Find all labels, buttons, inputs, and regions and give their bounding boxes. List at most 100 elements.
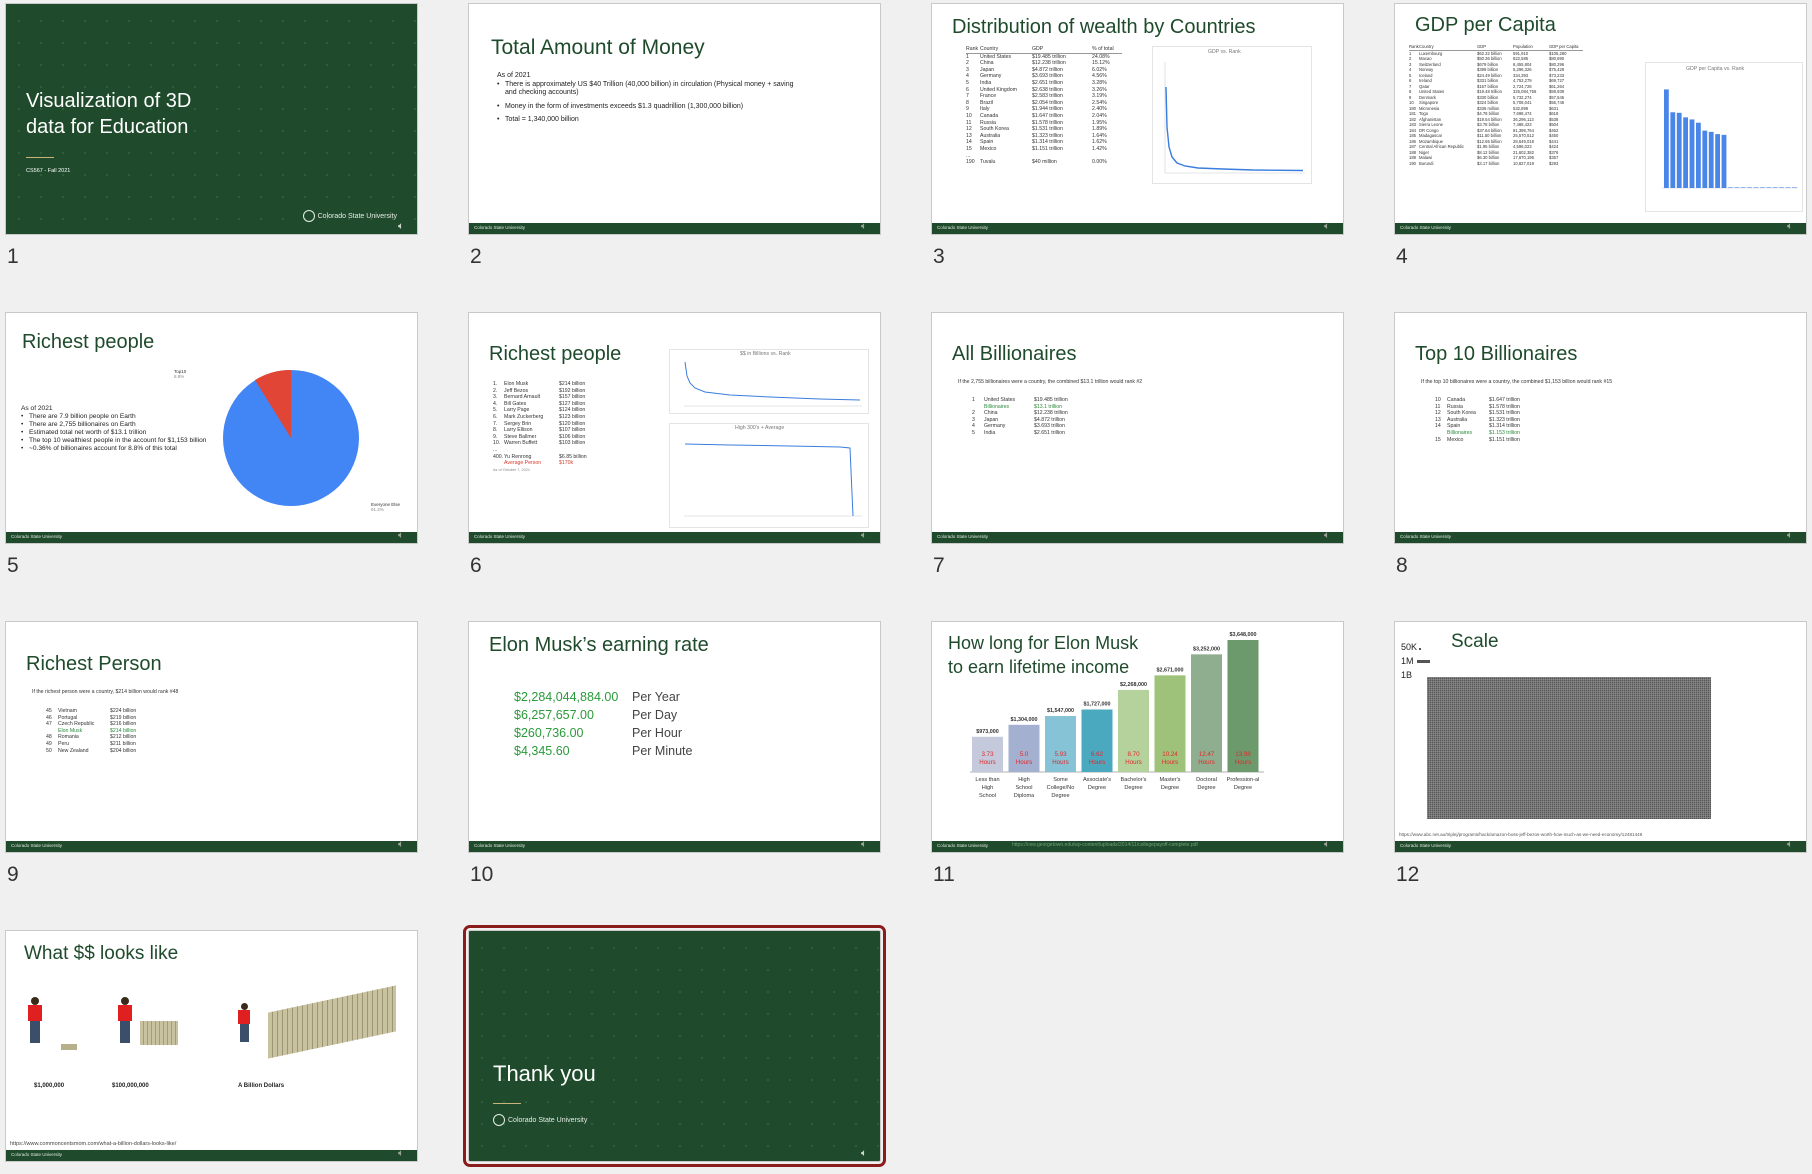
slide-thumb-6[interactable]: Richest people 1. Elon Musk $214 billion 2.… <box>468 312 881 577</box>
category-label: High <box>982 785 994 791</box>
table-cell: 5. <box>493 407 498 414</box>
pie-chart <box>223 369 359 506</box>
slide-3-canvas[interactable]: Distribution of wealth by Countries Rank… <box>931 3 1344 235</box>
speaker-icon[interactable]: 🔈︎ <box>861 839 874 850</box>
slide-thumb-10[interactable]: Elon Musk’s earning rate $2,284,044,884.… <box>468 621 881 886</box>
slide-thumb-11[interactable]: How long for Elon Musk to earn lifetime … <box>931 621 1344 886</box>
table-row: 3 Japan $4.872 trillion 6.02% <box>966 67 1122 74</box>
slide-2-canvas[interactable]: Total Amount of Money As of 2021 There i… <box>468 3 881 235</box>
source-link[interactable]: https://www.commoncentsmom.com/what-a-bi… <box>10 1141 176 1148</box>
speaker-icon[interactable]: 🔈︎ <box>398 839 411 850</box>
table-row: 2 China $12.238 trillion 15.12% <box>966 60 1122 67</box>
slide-footer: Colorado State University <box>6 532 417 543</box>
slide-6-canvas[interactable]: Richest people 1. Elon Musk $214 billion 2.… <box>468 312 881 544</box>
table-cell: Yu Renrong <box>504 453 532 460</box>
source-link[interactable]: https://cew.georgetown.edu/wp-content/up… <box>1012 842 1198 849</box>
table-cell: 190 <box>1409 160 1416 166</box>
slide-thumb-4[interactable]: GDP per Capita Rank Country GDP Population G… <box>1394 3 1807 268</box>
slide-thumb-2[interactable]: Total Amount of Money As of 2021 There i… <box>468 3 881 268</box>
table-cell <box>1032 153 1092 160</box>
table-cell: $219 billion <box>110 714 137 721</box>
slide-thumb-5[interactable]: Richest people As of 2021 There are 7.9 … <box>5 312 418 577</box>
table-cell: Rank <box>966 46 979 52</box>
source-link[interactable]: https://www.abc.net.au/triplej/programs/… <box>1399 832 1642 839</box>
speaker-icon[interactable]: 🔈︎ <box>861 530 874 541</box>
table-cell: United States <box>984 397 1016 403</box>
slide-13-canvas[interactable]: What $$ looks like $1,000,000 $100,000,0… <box>5 930 418 1162</box>
high300-curve <box>684 443 862 517</box>
slide-number: 8 <box>1396 554 1408 577</box>
slide-5-canvas[interactable]: Richest people As of 2021 There are 7.9 … <box>5 312 418 544</box>
slide-thumb-7[interactable]: All Billionaires If the 2,755 billionair… <box>931 312 1344 577</box>
slide-8-canvas[interactable]: Top 10 Billionaires If the top 10 billio… <box>1394 312 1807 544</box>
table-cell: 15 <box>966 145 972 152</box>
table-row: 4 Germany $3.693 trillion 4.56% <box>966 73 1122 80</box>
table-cell: 11 <box>1435 403 1441 410</box>
slide-9-canvas[interactable]: Richest Person If the richest person wer… <box>5 621 418 853</box>
table-cell: $4.872 trillion <box>1032 66 1063 73</box>
slide-thumb-13[interactable]: What $$ looks like $1,000,000 $100,000,0… <box>5 930 418 1174</box>
slide-4-canvas[interactable]: GDP per Capita Rank Country GDP Population G… <box>1394 3 1807 235</box>
speaker-icon[interactable]: 🔈︎ <box>1324 530 1337 541</box>
table-cell: Russia <box>1447 403 1463 410</box>
slide-thumb-14[interactable]: Thank you Colorado State University 🔈︎ <box>463 925 886 1167</box>
slide-number: 10 <box>470 863 494 886</box>
table-cell: 4 <box>972 423 975 430</box>
slide-1-canvas[interactable]: Visualization of 3D data for Education C… <box>5 3 418 235</box>
slide-14-canvas[interactable]: Thank you Colorado State University 🔈︎ <box>463 925 886 1167</box>
speaker-icon[interactable]: 🔈︎ <box>1787 530 1800 541</box>
slide-number: 5 <box>7 554 19 577</box>
bar-value-label: $2,268,000 <box>1120 682 1147 688</box>
table-cell: 3 <box>972 416 975 423</box>
table-cell: 13 <box>1435 416 1441 423</box>
table-cell: 8. <box>493 427 498 434</box>
table-cell: India <box>980 79 992 86</box>
bullet-5: ~0.36% of billionaires account for 8.8% … <box>21 445 211 453</box>
table-cell: 10,827,019 <box>1513 160 1534 166</box>
slide-thumb-12[interactable]: Scale 50K 1M 1B https://www.abc.net.au/t… <box>1394 621 1807 886</box>
table-row: 7. Sergey Brin $120 billion <box>493 421 599 428</box>
table-cell: Russia <box>980 119 996 126</box>
slide-thumb-8[interactable]: Top 10 Billionaires If the top 10 billio… <box>1394 312 1807 577</box>
earning-amount: $6,257,657.00 <box>514 708 594 722</box>
table-cell: Bill Gates <box>504 400 527 407</box>
table-cell: 1 <box>972 397 975 403</box>
table-cell: $2.054 trillion <box>1032 99 1063 106</box>
bar-value-label: $973,000 <box>976 729 998 735</box>
slide-10-canvas[interactable]: Elon Musk’s earning rate $2,284,044,884.… <box>468 621 881 853</box>
table-row-average: Average Person $170k <box>493 460 599 467</box>
slide-thumb-9[interactable]: Richest Person If the richest person wer… <box>5 621 418 886</box>
bar-value-label: $1,304,000 <box>1011 717 1038 723</box>
speaker-icon[interactable]: 🔈︎ <box>861 1148 874 1159</box>
bar-norway <box>1683 117 1688 188</box>
table-cell: 1.64% <box>1092 132 1107 139</box>
speaker-icon[interactable]: 🔈︎ <box>398 221 411 232</box>
table-cell: 47 <box>46 721 52 728</box>
person-figure-1 <box>28 997 42 1043</box>
speaker-icon[interactable]: 🔈︎ <box>1324 839 1337 850</box>
bar-hours-unit: Hours <box>1125 759 1142 766</box>
slide-11-canvas[interactable]: How long for Elon Musk to earn lifetime … <box>931 621 1344 853</box>
bar-mozambique <box>1766 187 1772 188</box>
earning-period: Per Day <box>632 708 678 722</box>
table-cell: 3. <box>493 394 498 401</box>
speaker-icon[interactable]: 🔈︎ <box>398 1148 411 1159</box>
slide-12-canvas[interactable]: Scale 50K 1M 1B https://www.abc.net.au/t… <box>1394 621 1807 853</box>
speaker-icon[interactable]: 🔈︎ <box>1324 221 1337 232</box>
slide-title: Scale <box>1451 631 1499 652</box>
table-row: 9 Italy $1.944 trillion 2.40% <box>966 106 1122 113</box>
speaker-icon[interactable]: 🔈︎ <box>1787 839 1800 850</box>
slide-7-canvas[interactable]: All Billionaires If the 2,755 billionair… <box>931 312 1344 544</box>
speaker-icon[interactable]: 🔈︎ <box>398 530 411 541</box>
table-cell: 2 <box>972 410 975 417</box>
table-cell: 9 <box>966 106 969 113</box>
slide-thumb-3[interactable]: Distribution of wealth by Countries Rank… <box>931 3 1344 268</box>
bar-hours-value: 3.73 <box>981 751 994 758</box>
speaker-icon[interactable]: 🔈︎ <box>1787 221 1800 232</box>
table-cell <box>1435 430 1447 437</box>
speaker-icon[interactable]: 🔈︎ <box>861 221 874 232</box>
table-row: 5 India $2.651 trillion 3.28% <box>966 80 1122 87</box>
table-row: 15 Mexico $1.151 trillion 1.42% <box>966 146 1122 153</box>
table-cell: 15.12% <box>1092 60 1110 67</box>
slide-thumb-1[interactable]: Visualization of 3D data for Education C… <box>5 3 418 268</box>
